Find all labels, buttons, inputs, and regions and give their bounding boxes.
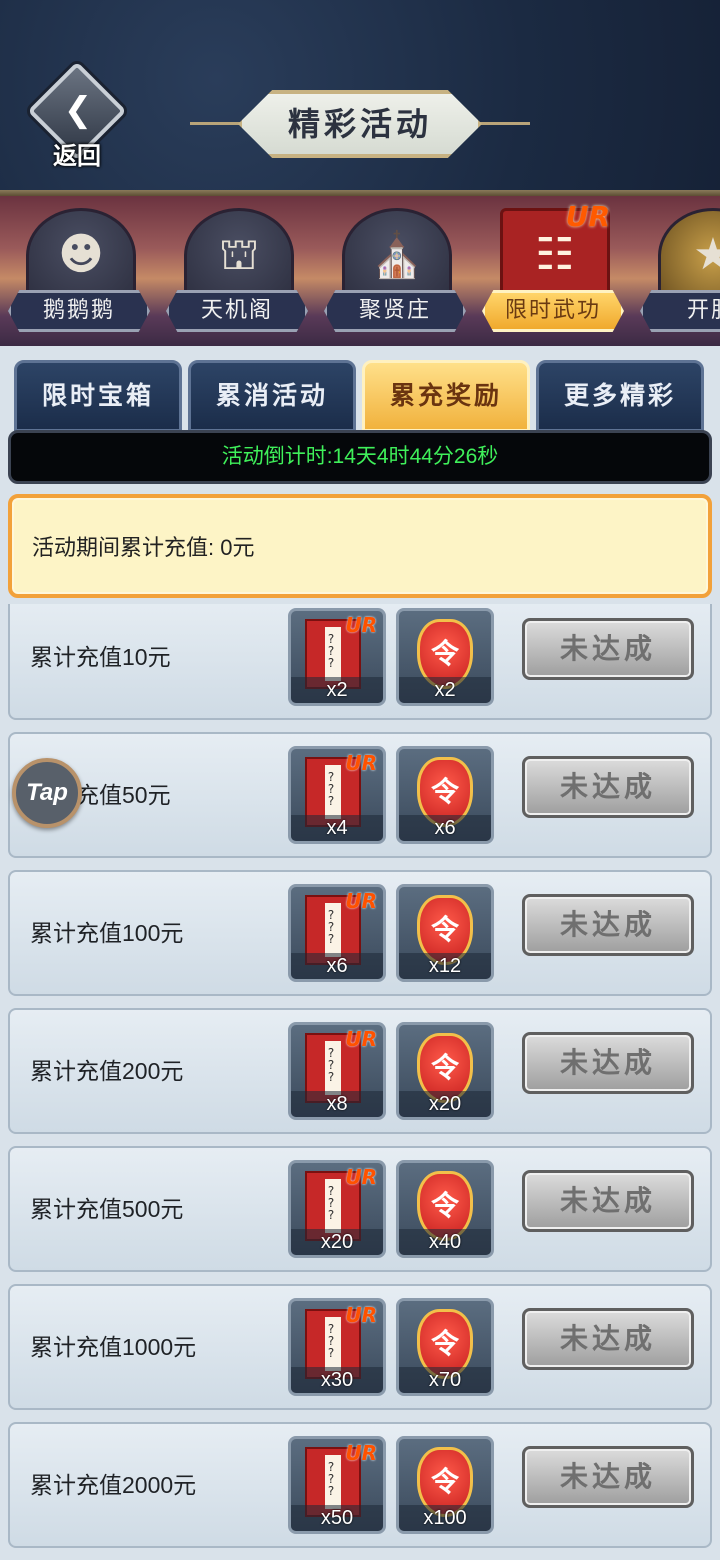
ur-badge: UR [345, 889, 377, 913]
token-item[interactable]: 令 x20 [396, 1022, 494, 1120]
item-count: x2 [291, 677, 383, 703]
item-count: x50 [291, 1505, 383, 1531]
skill-scroll-item[interactable]: ??? UR x4 [288, 746, 386, 844]
token-item[interactable]: 令 x2 [396, 608, 494, 706]
category-strip[interactable]: ☻ 鹅鹅鹅 ⛫ 天机阁 ⛪ 聚贤庄 ☷ UR 限时武功 ★ 开服 [0, 196, 720, 346]
token-item[interactable]: 令 x12 [396, 884, 494, 982]
ur-badge: UR [345, 613, 377, 637]
question-marks: ??? [327, 1460, 335, 1498]
reward-label: 累计充值2000元 [30, 1472, 197, 1498]
claim-button[interactable]: 未达成 [522, 894, 694, 956]
skill-scroll-item[interactable]: ??? UR x2 [288, 608, 386, 706]
item-count: x2 [399, 677, 491, 703]
reward-label: 累计充值200元 [30, 1058, 184, 1084]
question-marks: ??? [327, 1184, 335, 1222]
item-count: x4 [291, 815, 383, 841]
back-label: 返回 [53, 141, 101, 170]
token-item[interactable]: 令 x40 [396, 1160, 494, 1258]
reward-row: 累计充值50元 ??? UR x4 令 x6 未达成 [8, 732, 712, 858]
skill-scroll-item[interactable]: ??? UR x30 [288, 1298, 386, 1396]
category-label: 限时武功 [482, 290, 624, 332]
question-marks: ??? [327, 1046, 335, 1084]
item-count: x70 [399, 1367, 491, 1393]
reward-row: 累计充值1000元 ??? UR x30 令 x70 未达成 [8, 1284, 712, 1410]
page-title: 精彩活动 [287, 105, 432, 143]
summary-text: 活动期间累计充值: 0元 [32, 535, 255, 560]
tab-bar: 限时宝箱 累消活动 累充奖励 更多精彩 [14, 360, 708, 434]
category-limited-skill[interactable]: ☷ UR 限时武功 [474, 196, 632, 346]
skill-scroll-item[interactable]: ??? UR x6 [288, 884, 386, 982]
ur-badge: UR [345, 1441, 377, 1465]
claim-button[interactable]: 未达成 [522, 1032, 694, 1094]
category-label: 开服 [640, 290, 720, 332]
tab-consume-event[interactable]: 累消活动 [188, 360, 356, 432]
ur-badge: UR [345, 1303, 377, 1327]
token-item[interactable]: 令 x70 [396, 1298, 494, 1396]
reward-label: 累计充值500元 [30, 1196, 184, 1222]
tap-overlay-button[interactable]: Tap [12, 758, 82, 828]
claim-button[interactable]: 未达成 [522, 1308, 694, 1370]
ur-badge: UR [345, 1165, 377, 1189]
pavilion-icon: ⛫ [184, 208, 294, 304]
header: ❮ 返回 精彩活动 [0, 0, 720, 196]
item-count: x6 [291, 953, 383, 979]
claim-button[interactable]: 未达成 [522, 1446, 694, 1508]
category-goose[interactable]: ☻ 鹅鹅鹅 [0, 196, 158, 346]
title-ornament-right [478, 122, 530, 125]
tab-limited-chest[interactable]: 限时宝箱 [14, 360, 182, 432]
item-count: x100 [399, 1505, 491, 1531]
claim-button[interactable]: 未达成 [522, 618, 694, 680]
back-arrow-icon: ❮ [63, 90, 93, 130]
back-button[interactable]: ❮ 返回 [27, 61, 127, 172]
reward-label: 累计充值10元 [30, 644, 171, 670]
tab-recharge-reward[interactable]: 累充奖励 [362, 360, 530, 432]
ur-badge: UR [565, 200, 610, 233]
reward-label: 累计充值100元 [30, 920, 184, 946]
item-count: x12 [399, 953, 491, 979]
mask-icon: ☻ [26, 208, 136, 304]
item-count: x20 [399, 1091, 491, 1117]
palace-icon: ⛪ [342, 208, 452, 304]
token-item[interactable]: 令 x6 [396, 746, 494, 844]
item-count: x8 [291, 1091, 383, 1117]
claim-button[interactable]: 未达成 [522, 756, 694, 818]
item-count: x6 [399, 815, 491, 841]
question-marks: ??? [327, 632, 335, 670]
recharge-summary: 活动期间累计充值: 0元 [8, 494, 712, 598]
claim-button[interactable]: 未达成 [522, 1170, 694, 1232]
item-count: x20 [291, 1229, 383, 1255]
reward-label: 累计充值1000元 [30, 1334, 197, 1360]
skill-scroll-item[interactable]: ??? UR x20 [288, 1160, 386, 1258]
question-marks: ??? [327, 1322, 335, 1360]
reward-row: 累计充值500元 ??? UR x20 令 x40 未达成 [8, 1146, 712, 1272]
reward-row: 累计充值10元 ??? UR x2 令 x2 未达成 [8, 604, 712, 720]
skill-scroll-item[interactable]: ??? UR x50 [288, 1436, 386, 1534]
countdown-timer: 活动倒计时:14天4时44分26秒 [8, 430, 712, 484]
category-juxianzhuang[interactable]: ⛪ 聚贤庄 [316, 196, 474, 346]
reward-row: 累计充值2000元 ??? UR x50 令 x100 未达成 [8, 1422, 712, 1548]
trophy-icon: ★ [658, 208, 720, 304]
ur-badge: UR [345, 1027, 377, 1051]
item-count: x40 [399, 1229, 491, 1255]
reward-row: 累计充值200元 ??? UR x8 令 x20 未达成 [8, 1008, 712, 1134]
question-marks: ??? [327, 770, 335, 808]
category-server-open[interactable]: ★ 开服 [632, 196, 720, 346]
tab-more[interactable]: 更多精彩 [536, 360, 704, 432]
category-label: 天机阁 [166, 290, 308, 332]
skill-scroll-item[interactable]: ??? UR x8 [288, 1022, 386, 1120]
reward-row: 累计充值100元 ??? UR x6 令 x12 未达成 [8, 870, 712, 996]
category-label: 鹅鹅鹅 [8, 290, 150, 332]
question-marks: ??? [327, 908, 335, 946]
reward-list[interactable]: 累计充值10元 ??? UR x2 令 x2 未达成 累计充值50元 ??? U… [0, 604, 720, 1560]
token-item[interactable]: 令 x100 [396, 1436, 494, 1534]
category-label: 聚贤庄 [324, 290, 466, 332]
item-count: x30 [291, 1367, 383, 1393]
title-plate: 精彩活动 [190, 90, 530, 158]
title-ornament-left [190, 122, 242, 125]
category-tianjige[interactable]: ⛫ 天机阁 [158, 196, 316, 346]
ur-badge: UR [345, 751, 377, 775]
